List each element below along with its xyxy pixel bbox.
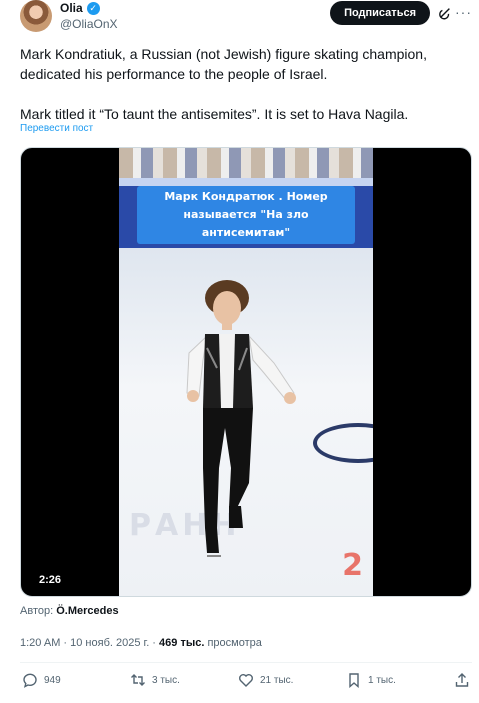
reply-count: 949 xyxy=(44,674,61,686)
more-icon[interactable]: ··· xyxy=(455,5,472,19)
skater-figure xyxy=(186,280,296,557)
subscribe-button[interactable]: Подписаться xyxy=(330,1,430,25)
share-button[interactable] xyxy=(454,672,470,688)
bookmark-button[interactable]: 1 тыс. xyxy=(346,672,396,688)
display-name[interactable]: Olia xyxy=(60,1,83,15)
repost-icon xyxy=(131,674,145,686)
divider xyxy=(20,662,472,663)
caption-line: называется "На зло антисемитам" xyxy=(183,208,309,239)
meta-separator: · xyxy=(149,637,160,649)
crowd-image xyxy=(119,148,373,178)
attribution-name[interactable]: Ö.Mercedes xyxy=(56,605,118,617)
video-duration: 2:26 xyxy=(35,572,66,588)
video-frame: Марк Кондратюк . Номер называется "На зл… xyxy=(119,148,373,596)
reply-icon xyxy=(23,673,37,688)
attribution-prefix: Автор: xyxy=(20,605,54,617)
repost-count: 3 тыс. xyxy=(152,674,180,686)
tweet-header: Olia ✓ @OliaOnX Подписаться ··· xyxy=(20,0,472,34)
meta-separator: · xyxy=(60,637,71,649)
share-icon xyxy=(455,673,469,687)
bookmark-icon xyxy=(349,673,359,688)
bookmark-count: 1 тыс. xyxy=(368,674,396,686)
media-attribution: Автор: Ö.Mercedes xyxy=(20,604,119,618)
tweet-text: Mark Kondratiuk, a Russian (not Jewish) … xyxy=(20,44,472,124)
tweet-paragraph: Mark titled it “To taunt the antisemites… xyxy=(20,106,409,122)
views-count: 469 тыс. xyxy=(159,637,205,649)
grok-icon[interactable] xyxy=(438,6,452,20)
reply-button[interactable]: 949 xyxy=(22,672,61,688)
like-count: 21 тыс. xyxy=(260,674,294,686)
repost-button[interactable]: 3 тыс. xyxy=(130,672,180,688)
verified-badge-icon: ✓ xyxy=(86,1,100,15)
caption-line: Марк Кондратюк . Номер xyxy=(164,190,328,203)
tweet-time[interactable]: 1:20 AM xyxy=(20,637,60,649)
views-label: просмотра xyxy=(207,637,262,649)
name-row: Olia ✓ xyxy=(60,1,100,15)
avatar[interactable] xyxy=(20,0,52,32)
translate-link[interactable]: Перевести пост xyxy=(20,123,93,135)
action-bar: 949 3 тыс. 21 тыс. 1 тыс. xyxy=(20,672,472,692)
tweet-meta: 1:20 AM · 10 нояб. 2025 г. · 469 тыс. пр… xyxy=(20,636,262,650)
tweet-paragraph: Mark Kondratiuk, a Russian (not Jewish) … xyxy=(20,46,427,82)
heart-icon xyxy=(239,674,253,687)
tweet-date[interactable]: 10 нояб. 2025 г. xyxy=(70,637,149,649)
rink-number: 2 xyxy=(342,548,363,583)
user-handle[interactable]: @OliaOnX xyxy=(60,17,118,31)
like-button[interactable]: 21 тыс. xyxy=(238,672,293,688)
video-caption: Марк Кондратюк . Номер называется "На зл… xyxy=(137,186,355,244)
video-player[interactable]: Марк Кондратюк . Номер называется "На зл… xyxy=(20,147,472,597)
